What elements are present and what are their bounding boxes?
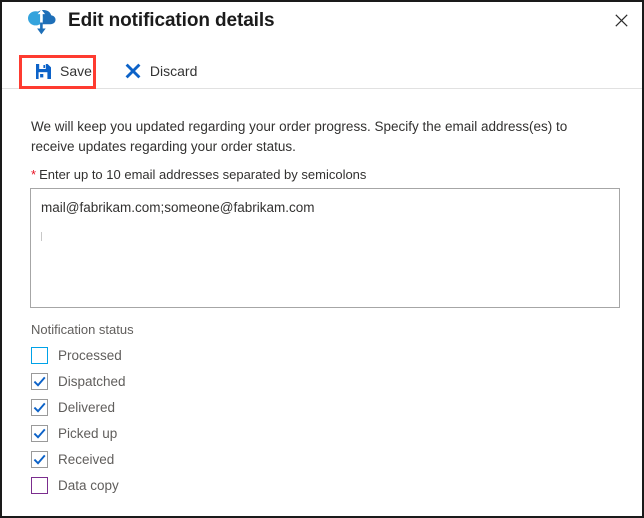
- email-input-value: mail@fabrikam.com;someone@fabrikam.com: [41, 200, 315, 215]
- cloud-upload-download-icon: [24, 6, 58, 36]
- notification-status-heading: Notification status: [31, 322, 134, 337]
- status-item-label: Processed: [58, 347, 122, 363]
- status-item-received[interactable]: Received: [31, 446, 126, 472]
- title-row: Edit notification details: [24, 5, 275, 37]
- panel-header: Edit notification details Save Discard: [2, 2, 642, 89]
- status-item-dispatched[interactable]: Dispatched: [31, 368, 126, 394]
- checkbox-dispatched[interactable]: [31, 372, 48, 390]
- status-item-label: Picked up: [58, 425, 118, 441]
- edit-notification-details-panel: Edit notification details Save Discard W…: [0, 0, 644, 518]
- discard-button[interactable]: Discard: [115, 56, 205, 86]
- text-caret: [41, 232, 42, 241]
- email-field-label-text: Enter up to 10 email addresses separated…: [39, 167, 367, 182]
- email-field-label: * Enter up to 10 email addresses separate…: [31, 167, 366, 182]
- email-input[interactable]: mail@fabrikam.com;someone@fabrikam.com: [30, 188, 620, 308]
- status-item-delivered[interactable]: Delivered: [31, 394, 126, 420]
- checkmark-icon: [32, 426, 47, 441]
- notification-status-list: Processed Dispatched Delivered Picked up…: [31, 342, 126, 498]
- intro-text: We will keep you updated regarding your …: [31, 119, 568, 154]
- status-item-label: Dispatched: [58, 373, 126, 389]
- checkmark-icon: [32, 400, 47, 415]
- checkbox-picked-up[interactable]: [31, 424, 48, 442]
- page-title: Edit notification details: [68, 10, 275, 31]
- checkmark-icon: [32, 374, 47, 389]
- close-x-icon: [123, 61, 143, 81]
- required-marker: *: [31, 167, 37, 182]
- save-floppy-icon: [33, 61, 53, 81]
- save-button[interactable]: Save: [25, 56, 100, 86]
- save-button-label: Save: [60, 63, 92, 79]
- status-item-label: Received: [58, 451, 115, 467]
- checkbox-processed[interactable]: [31, 346, 48, 364]
- status-item-data-copy[interactable]: Data copy: [31, 472, 126, 498]
- status-item-processed[interactable]: Processed: [31, 342, 126, 368]
- checkbox-data-copy[interactable]: [31, 476, 48, 494]
- checkbox-received[interactable]: [31, 450, 48, 468]
- close-icon[interactable]: [606, 6, 636, 34]
- checkbox-delivered[interactable]: [31, 398, 48, 416]
- command-bar: Save Discard: [2, 52, 205, 90]
- checkmark-icon: [32, 452, 47, 467]
- status-item-label: Delivered: [58, 399, 116, 415]
- status-item-picked-up[interactable]: Picked up: [31, 420, 126, 446]
- status-item-label: Data copy: [58, 477, 119, 493]
- discard-button-label: Discard: [149, 63, 198, 79]
